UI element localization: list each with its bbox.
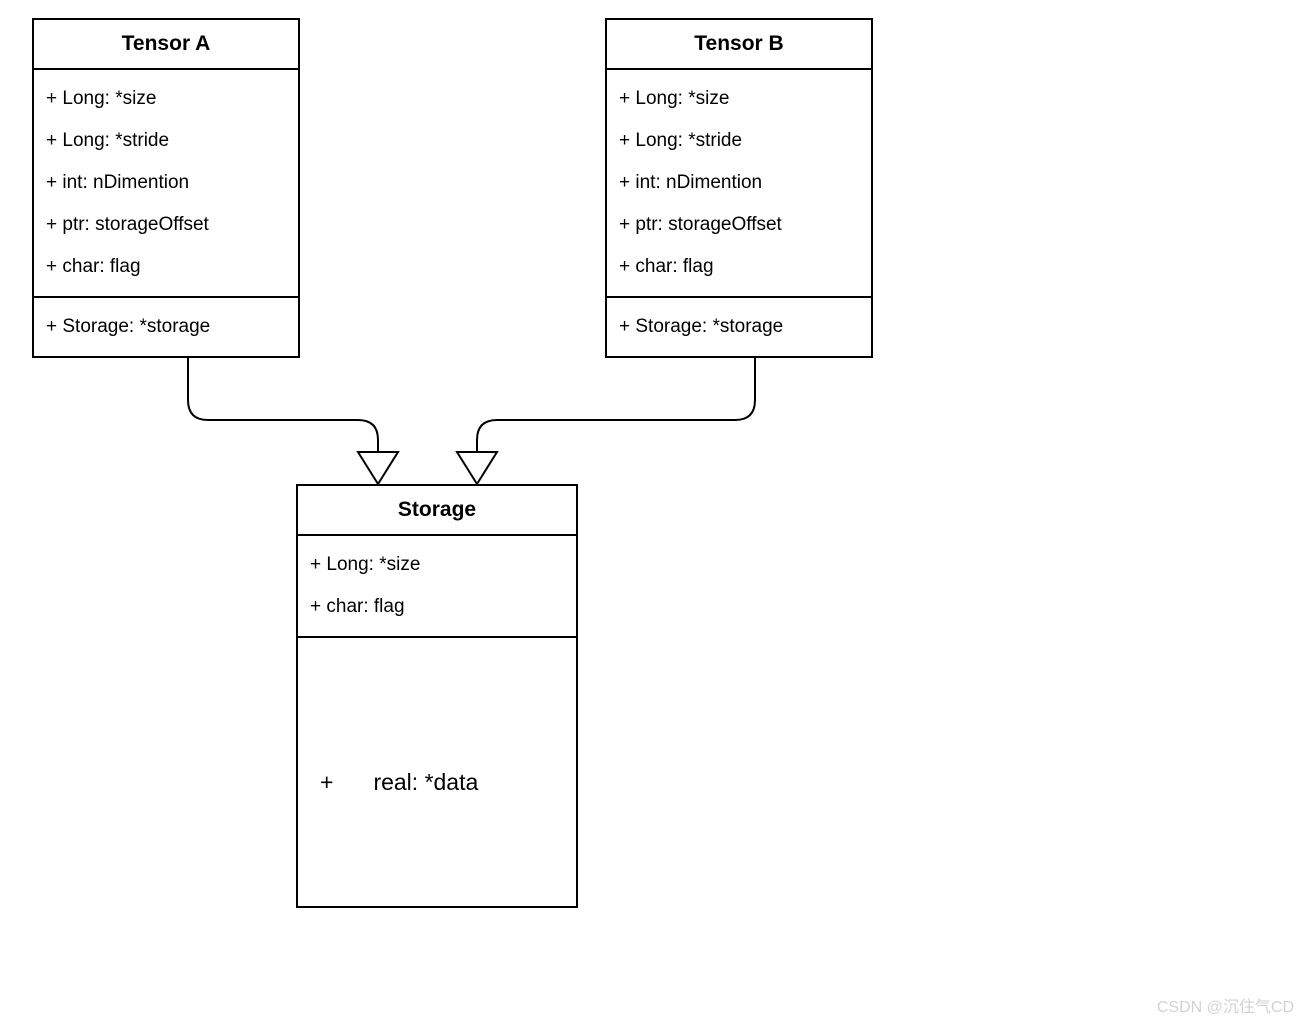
- class-bottom: + Storage: *storage: [619, 306, 859, 348]
- class-bottom-section: + Storage: *storage: [34, 298, 298, 356]
- class-bottom: + Storage: *storage: [46, 306, 286, 348]
- class-title: Tensor B: [607, 20, 871, 70]
- class-title: Storage: [298, 486, 576, 536]
- class-box-storage: Storage + Long: *size + char: flag + rea…: [296, 484, 578, 908]
- class-attr: + Long: *size: [619, 78, 859, 120]
- class-bottom-section: + Storage: *storage: [607, 298, 871, 356]
- class-box-tensor-a: Tensor A + Long: *size + Long: *stride +…: [32, 18, 300, 358]
- class-attr: + int: nDimention: [46, 162, 286, 204]
- data-label: real: *data: [373, 769, 478, 796]
- class-attr: + Long: *stride: [46, 120, 286, 162]
- class-attr: + int: nDimention: [619, 162, 859, 204]
- class-attr: + Long: *size: [310, 544, 564, 586]
- class-data-section: + real: *data: [298, 638, 576, 926]
- class-attr: + Long: *stride: [619, 120, 859, 162]
- class-attrs-section: + Long: *size + char: flag: [298, 536, 576, 638]
- watermark: CSDN @沉住气CD: [1157, 993, 1294, 1017]
- class-box-tensor-b: Tensor B + Long: *size + Long: *stride +…: [605, 18, 873, 358]
- class-attr: + char: flag: [46, 246, 286, 288]
- class-attr: + Long: *size: [46, 78, 286, 120]
- class-attr: + char: flag: [619, 246, 859, 288]
- class-attr: + char: flag: [310, 586, 564, 628]
- class-title: Tensor A: [34, 20, 298, 70]
- class-attrs-section: + Long: *size + Long: *stride + int: nDi…: [34, 70, 298, 298]
- plus-sign: +: [320, 769, 333, 796]
- class-attr: + ptr: storageOffset: [46, 204, 286, 246]
- class-attrs-section: + Long: *size + Long: *stride + int: nDi…: [607, 70, 871, 298]
- class-attr: + ptr: storageOffset: [619, 204, 859, 246]
- class-data: + real: *data: [310, 646, 478, 918]
